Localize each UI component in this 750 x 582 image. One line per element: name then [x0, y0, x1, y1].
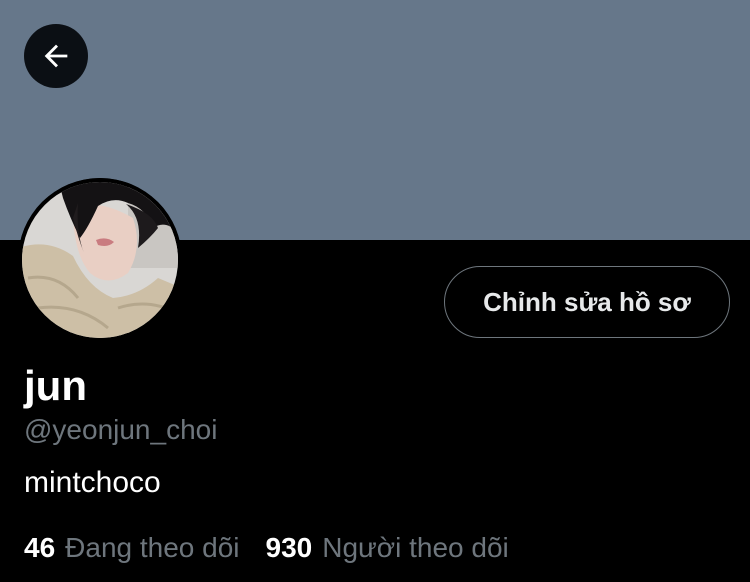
following-label: Đang theo dõi [65, 532, 240, 563]
following-count: 46 [24, 532, 56, 563]
profile-bio: mintchoco [24, 466, 161, 499]
followers-link[interactable]: 930 Người theo dõi [266, 530, 509, 566]
edit-profile-button[interactable]: Chỉnh sửa hồ sơ [444, 266, 730, 338]
followers-count: 930 [265, 532, 313, 563]
followers-label: Người theo dõi [322, 532, 509, 563]
follow-stats: 46 Đang theo dõi 930 Người theo dõi [24, 530, 509, 566]
arrow-left-icon [39, 39, 73, 73]
display-name: jun [24, 362, 87, 409]
avatar-photo [18, 178, 182, 342]
following-link[interactable]: 46 Đang theo dõi [24, 530, 240, 566]
back-button[interactable] [24, 24, 88, 88]
avatar[interactable] [18, 178, 182, 342]
username-handle: @yeonjun_choi [24, 414, 218, 445]
